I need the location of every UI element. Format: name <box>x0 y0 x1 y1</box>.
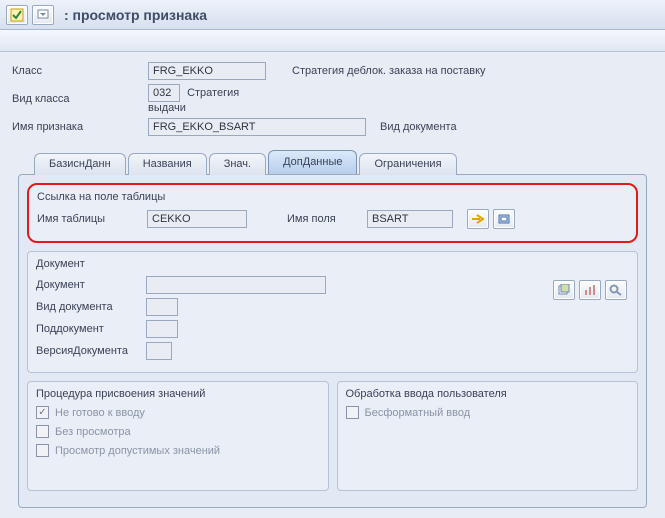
bottom-groups: Процедура присвоения значений ✓ Не готов… <box>27 381 638 499</box>
toolbar-button-2[interactable] <box>32 5 54 25</box>
kind-cell: Стратегия выдачи <box>148 84 278 114</box>
chk-not-ready-label: Не готово к вводу <box>55 407 145 419</box>
content-area: Класс Стратегия деблок. заказа на постав… <box>0 52 665 518</box>
container-icon <box>497 213 511 225</box>
dropdown-icon <box>37 9 49 21</box>
field-name-input[interactable] <box>367 210 453 228</box>
kind-label: Вид класса <box>12 93 142 105</box>
doc-action-3[interactable] <box>605 280 627 300</box>
chk-freeform-row: Бесформатный ввод <box>346 406 630 419</box>
goto-button[interactable] <box>467 209 489 229</box>
char-input[interactable] <box>148 118 366 136</box>
doc-input[interactable] <box>146 276 326 294</box>
title-bar: : просмотр признака <box>0 0 665 30</box>
doc-ver-label: ВерсияДокумента <box>36 345 146 357</box>
check-tool-icon <box>10 8 24 22</box>
char-desc: Вид документа <box>380 121 457 133</box>
table-ref-row: Имя таблицы Имя поля <box>37 209 628 229</box>
tab-names[interactable]: Названия <box>128 153 207 175</box>
kind-input[interactable] <box>148 84 180 102</box>
class-label: Класс <box>12 65 142 77</box>
chk-no-display-label: Без просмотра <box>55 426 131 438</box>
group-table-reference-title: Ссылка на поле таблицы <box>37 191 628 203</box>
char-cell: Вид документа <box>148 118 653 136</box>
table-name-input[interactable] <box>147 210 247 228</box>
group-document: Документ Документ Вид документа Поддокум… <box>27 251 638 373</box>
chk-freeform[interactable] <box>346 406 359 419</box>
doc-action-1[interactable] <box>553 280 575 300</box>
chk-not-ready-row: ✓ Не готово к вводу <box>36 406 320 419</box>
table-name-label: Имя таблицы <box>37 213 147 225</box>
chk-allowed-label: Просмотр допустимых значений <box>55 445 220 457</box>
chk-not-ready[interactable]: ✓ <box>36 406 49 419</box>
doc-type-label: Вид документа <box>36 301 146 313</box>
chk-no-display-row: Без просмотра <box>36 425 320 438</box>
copy-icon <box>557 284 571 296</box>
window-title: : просмотр признака <box>64 7 207 23</box>
doc-action-2[interactable] <box>579 280 601 300</box>
doc-type-input[interactable] <box>146 298 178 316</box>
field-name-label: Имя поля <box>287 213 367 225</box>
tab-panel: Ссылка на поле таблицы Имя таблицы Имя п… <box>18 174 647 508</box>
doc-part-input[interactable] <box>146 320 178 338</box>
chart-icon <box>583 284 597 296</box>
detail-button[interactable] <box>493 209 515 229</box>
group-document-title: Документ <box>36 258 629 270</box>
header-form: Класс Стратегия деблок. заказа на постав… <box>12 62 653 136</box>
group-value-assignment-title: Процедура присвоения значений <box>36 388 320 400</box>
tab-restrictions[interactable]: Ограничения <box>359 153 456 175</box>
doc-ver-input[interactable] <box>146 342 172 360</box>
tab-additional-data[interactable]: ДопДанные <box>268 150 357 174</box>
chk-allowed[interactable] <box>36 444 49 457</box>
doc-label: Документ <box>36 279 146 291</box>
chk-no-display[interactable] <box>36 425 49 438</box>
tab-values[interactable]: Знач. <box>209 153 266 175</box>
doc-part-label: Поддокумент <box>36 323 146 335</box>
group-value-assignment: Процедура присвоения значений ✓ Не готов… <box>27 381 329 491</box>
class-desc: Стратегия деблок. заказа на поставку <box>292 65 653 77</box>
search-icon <box>609 284 623 296</box>
chk-freeform-label: Бесформатный ввод <box>365 407 471 419</box>
sub-toolbar <box>0 30 665 52</box>
tab-strip: БазиснДанн Названия Знач. ДопДанные Огра… <box>34 150 653 174</box>
document-actions <box>549 280 627 300</box>
char-label: Имя признака <box>12 121 142 133</box>
class-input[interactable] <box>148 62 266 80</box>
group-user-input-title: Обработка ввода пользователя <box>346 388 630 400</box>
toolbar-button-1[interactable] <box>6 5 28 25</box>
group-table-reference: Ссылка на поле таблицы Имя таблицы Имя п… <box>27 183 638 243</box>
chk-allowed-row: Просмотр допустимых значений <box>36 444 320 457</box>
arrow-right-icon <box>471 213 485 225</box>
group-user-input: Обработка ввода пользователя Бесформатны… <box>337 381 639 491</box>
tab-basic[interactable]: БазиснДанн <box>34 153 126 175</box>
